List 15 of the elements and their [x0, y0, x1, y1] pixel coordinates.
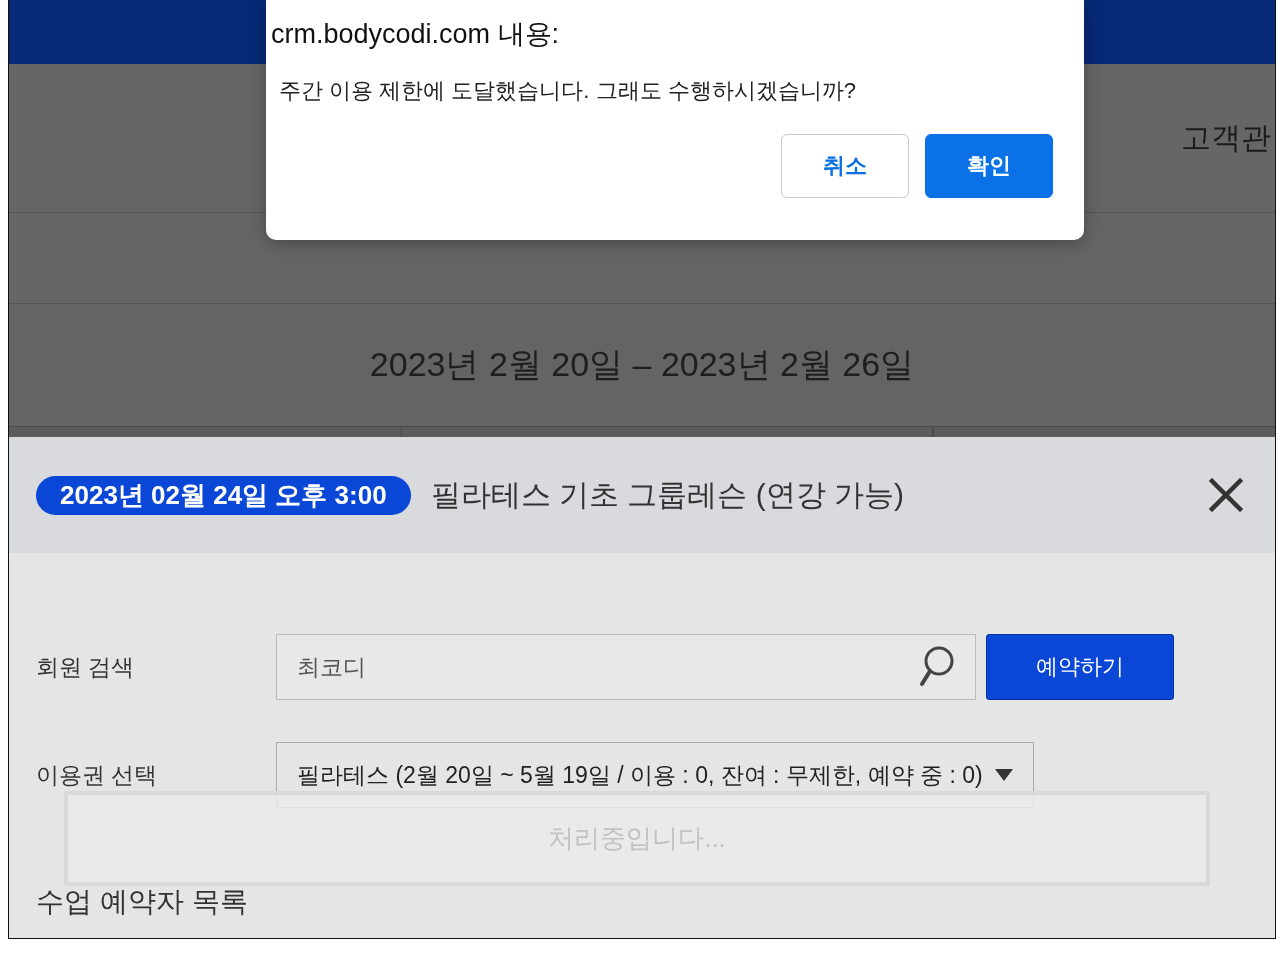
search-icon[interactable]	[919, 646, 955, 688]
caret-icon	[994, 769, 1013, 781]
alert-message: 주간 이용 제한에 도달했습니다. 그래도 수행하시겠습니까?	[279, 77, 857, 105]
confirm-button[interactable]: 확인	[925, 134, 1053, 198]
field-label: 이용권 선택	[36, 760, 159, 790]
reserve-button[interactable]: 예약하기	[986, 634, 1174, 700]
field-label: 회원 검색	[36, 652, 136, 682]
alert-title: crm.bodycodi.com 내용:	[271, 18, 561, 51]
time-badge: 2023년 02월 24일 오후 3:00	[36, 475, 411, 515]
section-title: 수업 예약자 목록	[36, 885, 248, 919]
cancel-button[interactable]: 취소	[781, 134, 909, 198]
class-title: 필라테스 기초 그룹레슨 (연강 가능)	[430, 476, 905, 513]
member-search-field[interactable]: 최코디	[276, 634, 976, 700]
week-range: 2023년 2월 20일 – 2023년 2월 26일	[369, 344, 915, 385]
close-icon[interactable]	[1209, 478, 1243, 512]
